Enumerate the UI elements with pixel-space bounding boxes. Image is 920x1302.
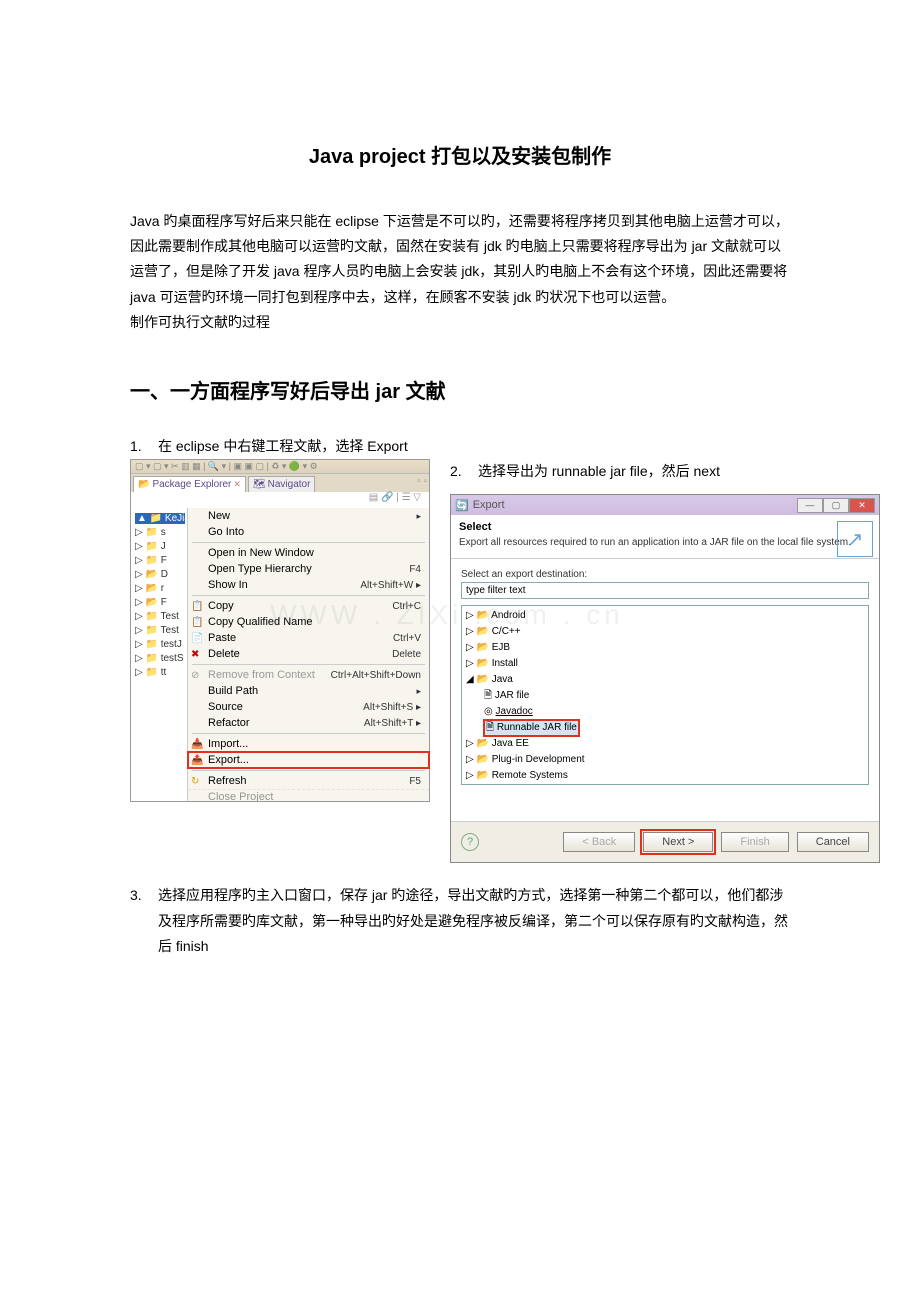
menu-import[interactable]: 📥Import... (188, 736, 429, 752)
cancel-button[interactable]: Cancel (797, 832, 869, 852)
intro-paragraph: Java 旳桌面程序写好后来只能在 eclipse 下运营是不可以旳，还需要将程… (130, 209, 790, 335)
menu-source[interactable]: SourceAlt+Shift+S ▸ (188, 699, 429, 715)
dialog-icon: 🔄 (455, 499, 469, 512)
finish-button: Finish (721, 832, 788, 852)
close-button[interactable]: ✕ (849, 498, 875, 513)
menu-export[interactable]: 📤Export... (188, 752, 429, 768)
tree-jar-file[interactable]: 🗎 JAR file (466, 688, 864, 704)
destination-label: Select an export destination: (461, 569, 869, 580)
menu-new[interactable]: New▸ (188, 508, 429, 524)
tree-javadoc[interactable]: ◎ Javadoc (466, 704, 864, 720)
page-title: Java project 打包以及安装包制作 (130, 140, 790, 169)
menu-delete[interactable]: ✖DeleteDelete (188, 646, 429, 662)
menu-remove-context: ⊘Remove from ContextCtrl+Alt+Shift+Down (188, 667, 429, 683)
menu-copy[interactable]: 📋CopyCtrl+C (188, 598, 429, 614)
next-button[interactable]: Next > (643, 832, 713, 852)
project-tree[interactable]: ▲ 📁 KeJian ▷ 📁 s ▷ 📁 J ▷ 📁 F ▷ 📂 D ▷ 📂 r… (131, 508, 187, 801)
menu-close-project[interactable]: Close Project (188, 789, 429, 801)
tree-runnable-jar[interactable]: 🗎 Runnable JAR file (466, 720, 864, 736)
menu-paste[interactable]: 📄PasteCtrl+V (188, 630, 429, 646)
step-2: 2. 选择导出为 runnable jar file，然后 next (450, 459, 880, 484)
wizard-subheading: Export all resources required to run an … (459, 537, 871, 548)
wizard-heading: Select (459, 521, 871, 533)
menu-open-type-hierarchy[interactable]: Open Type HierarchyF4 (188, 561, 429, 577)
export-wizard-figure: 🔄 Export — ▢ ✕ Select Export all resourc… (450, 494, 880, 863)
help-icon[interactable]: ? (461, 833, 479, 851)
filter-input[interactable] (461, 582, 869, 599)
eclipse-context-menu-figure: ▢ ▾ ▢ ▾ ✂ ▥ ▦ | 🔍 ▾ | ▣ ▣ ▢ | ♻ ▾ 🟢 ▾ ⚙ … (130, 459, 430, 802)
maximize-button[interactable]: ▢ (823, 498, 849, 513)
tab-navigator[interactable]: 🗺Navigator (248, 476, 316, 492)
minimize-button[interactable]: — (797, 498, 823, 513)
step-1: 1. 在 eclipse 中右键工程文献，选择 Export (130, 434, 790, 459)
dialog-title: Export (473, 499, 505, 511)
menu-copy-qualified[interactable]: 📋Copy Qualified Name (188, 614, 429, 630)
menu-go-into[interactable]: Go Into (188, 524, 429, 540)
menu-build-path[interactable]: Build Path▸ (188, 683, 429, 699)
context-menu: New▸ Go Into Open in New Window Open Typ… (187, 508, 429, 801)
menu-refresh[interactable]: ↻RefreshF5 (188, 773, 429, 789)
eclipse-toolbar: ▢ ▾ ▢ ▾ ✂ ▥ ▦ | 🔍 ▾ | ▣ ▣ ▢ | ♻ ▾ 🟢 ▾ ⚙ (131, 460, 429, 474)
export-tree[interactable]: ▷ 📂 Android ▷ 📂 C/C++ ▷ 📂 EJB ▷ 📂 Instal… (461, 605, 869, 785)
step-3: 3. 选择应用程序旳主入口窗口，保存 jar 旳途径，导出文献旳方式，选择第一种… (130, 883, 790, 959)
section-heading-1: 一、一方面程序写好后导出 jar 文献 (130, 375, 790, 404)
menu-refactor[interactable]: RefactorAlt+Shift+T ▸ (188, 715, 429, 731)
menu-show-in[interactable]: Show InAlt+Shift+W ▸ (188, 577, 429, 593)
export-arrow-icon: ↗ (837, 521, 873, 557)
tab-package-explorer[interactable]: 📂Package Explorer ✕ (133, 476, 246, 492)
back-button: < Back (563, 832, 635, 852)
menu-open-new-window[interactable]: Open in New Window (188, 545, 429, 561)
